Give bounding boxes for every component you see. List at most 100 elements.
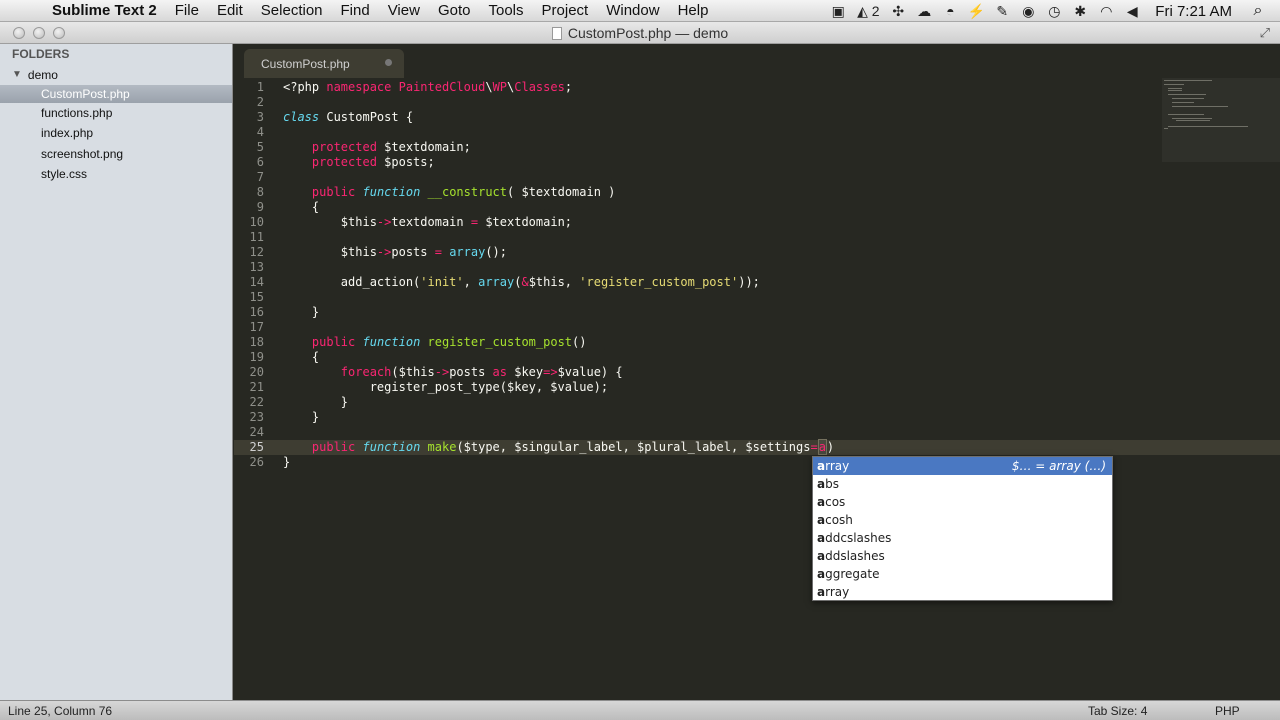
unsaved-dot-icon[interactable] xyxy=(385,59,392,66)
code-line: { xyxy=(283,350,320,364)
adobe-icon[interactable]: ◭ 2 xyxy=(851,3,885,20)
minimap[interactable] xyxy=(1162,78,1280,162)
ac-rest: rray xyxy=(825,459,850,473)
line-number: 15 xyxy=(249,290,264,304)
menu-find[interactable]: Find xyxy=(332,2,379,19)
spotlight-search-icon[interactable]: ⌕ xyxy=(1246,2,1270,20)
sidebar-folder-demo[interactable]: ▼ demo xyxy=(12,67,58,83)
ac-rest: ddslashes xyxy=(825,549,885,563)
line-number: 16 xyxy=(249,305,264,319)
code-line: register_post_type($key, $value); xyxy=(283,380,609,394)
window-title-bar: CustomPost.php — demo ⤢ xyxy=(0,22,1280,44)
folders-header: FOLDERS xyxy=(12,47,70,61)
ac-match: a xyxy=(817,477,826,491)
puzzle-icon[interactable]: ✣ xyxy=(885,3,911,20)
status-bar: Line 25, Column 76 Tab Size: 4 PHP xyxy=(0,700,1280,720)
menu-edit[interactable]: Edit xyxy=(208,2,252,19)
autocomplete-item-array-selected[interactable]: array $… = array (…) xyxy=(813,457,1112,475)
tab-size-selector[interactable]: Tab Size: 4 xyxy=(1088,704,1147,718)
line-number: 18 xyxy=(249,335,264,349)
line-number: 20 xyxy=(249,365,264,379)
menu-selection[interactable]: Selection xyxy=(252,2,332,19)
line-number: 2 xyxy=(256,95,264,109)
line-number: 8 xyxy=(256,185,264,199)
menu-bar: Sublime Text 2 File Edit Selection Find … xyxy=(0,0,1280,22)
menu-file[interactable]: File xyxy=(166,2,208,19)
volume-icon[interactable]: ◀ xyxy=(1119,3,1145,20)
time-machine-icon[interactable]: ◷ xyxy=(1041,3,1067,20)
sidebar: FOLDERS ▼ demo CustomPost.php functions.… xyxy=(0,44,233,700)
menu-app-name[interactable]: Sublime Text 2 xyxy=(40,2,166,19)
code-line: $this->textdomain = $textdomain; xyxy=(283,215,573,229)
sidebar-file-index[interactable]: index.php xyxy=(0,124,232,142)
line-number: 9 xyxy=(256,200,264,214)
code-line: { xyxy=(283,200,320,214)
menu-clock[interactable]: Fri 7:21 AM xyxy=(1145,3,1246,20)
ac-match: a xyxy=(817,585,826,599)
wrench-icon[interactable]: ✎ xyxy=(989,3,1015,20)
menu-tools[interactable]: Tools xyxy=(479,2,532,19)
autocomplete-item-addcslashes[interactable]: addcslashes xyxy=(813,529,1112,547)
adobe-badge: 2 xyxy=(871,2,880,19)
autocomplete-item-acos[interactable]: acos xyxy=(813,493,1112,511)
helmet-icon[interactable]: ◓ xyxy=(937,3,963,19)
line-number: 12 xyxy=(249,245,264,259)
line-number: 25 xyxy=(249,440,264,454)
cloud-icon[interactable]: ☁ xyxy=(911,3,937,20)
line-number: 13 xyxy=(249,260,264,274)
tab-bar: CustomPost.php xyxy=(234,44,1280,78)
fullscreen-icon[interactable]: ⤢ xyxy=(1260,25,1270,41)
code-line: $this->posts = array(); xyxy=(283,245,508,259)
line-number: 22 xyxy=(249,395,264,409)
autocomplete-popup: array $… = array (…) abs acos acosh addc… xyxy=(812,456,1113,601)
code-line: } xyxy=(283,410,320,424)
lightning-icon[interactable]: ⚡ xyxy=(963,3,989,20)
sidebar-file-style[interactable]: style.css xyxy=(0,165,232,183)
code-line: } xyxy=(283,395,349,409)
autocomplete-item-aggregate[interactable]: aggregate xyxy=(813,565,1112,583)
code-line: protected $posts; xyxy=(311,155,435,169)
code-line: public function register_custom_post() xyxy=(311,335,587,349)
bluetooth-icon[interactable]: ✱ xyxy=(1067,3,1093,20)
tab-custompost[interactable]: CustomPost.php xyxy=(244,49,404,78)
autocomplete-item-array[interactable]: array xyxy=(813,583,1112,601)
sidebar-file-functions[interactable]: functions.php xyxy=(0,104,232,122)
camera-icon[interactable]: ▣ xyxy=(825,3,851,20)
wifi-icon[interactable]: ◠ xyxy=(1093,3,1119,20)
code-line: } xyxy=(283,455,291,469)
ac-match: a xyxy=(817,459,826,473)
line-number: 1 xyxy=(256,80,264,94)
menu-goto[interactable]: Goto xyxy=(429,2,480,19)
ac-rest: cosh xyxy=(825,513,853,527)
menu-view[interactable]: View xyxy=(379,2,429,19)
line-number: 23 xyxy=(249,410,264,424)
line-number: 11 xyxy=(249,230,264,244)
menu-help[interactable]: Help xyxy=(669,2,718,19)
accessibility-icon[interactable]: ◉ xyxy=(1015,3,1041,20)
line-number: 6 xyxy=(256,155,264,169)
sidebar-file-screenshot[interactable]: screenshot.png xyxy=(0,145,232,163)
ac-match: a xyxy=(817,531,826,545)
code-line: public function __construct( $textdomain… xyxy=(311,185,616,199)
code-editor[interactable]: 1 2 3 4 5 6 7 8 9 10 11 12 13 14 15 16 1… xyxy=(234,78,1280,700)
autocomplete-item-addslashes[interactable]: addslashes xyxy=(813,547,1112,565)
disclosure-triangle-icon[interactable]: ▼ xyxy=(12,67,22,83)
ac-rest: cos xyxy=(825,495,846,509)
autocomplete-item-acosh[interactable]: acosh xyxy=(813,511,1112,529)
sidebar-file-custompost[interactable]: CustomPost.php xyxy=(0,85,232,103)
menu-window[interactable]: Window xyxy=(597,2,668,19)
line-number: 24 xyxy=(249,425,264,439)
menu-project[interactable]: Project xyxy=(533,2,598,19)
syntax-selector[interactable]: PHP xyxy=(1215,704,1240,718)
status-tray: ▣ ◭ 2 ✣ ☁ ◓ ⚡ ✎ ◉ ◷ ✱ ◠ ◀ Fri 7:21 AM ⌕ xyxy=(825,0,1270,22)
code-line: } xyxy=(283,305,320,319)
code-text[interactable]: <?php namespace PaintedCloud\WP\Classes;… xyxy=(283,80,834,470)
autocomplete-item-abs[interactable]: abs xyxy=(813,475,1112,493)
line-number: 3 xyxy=(256,110,264,124)
